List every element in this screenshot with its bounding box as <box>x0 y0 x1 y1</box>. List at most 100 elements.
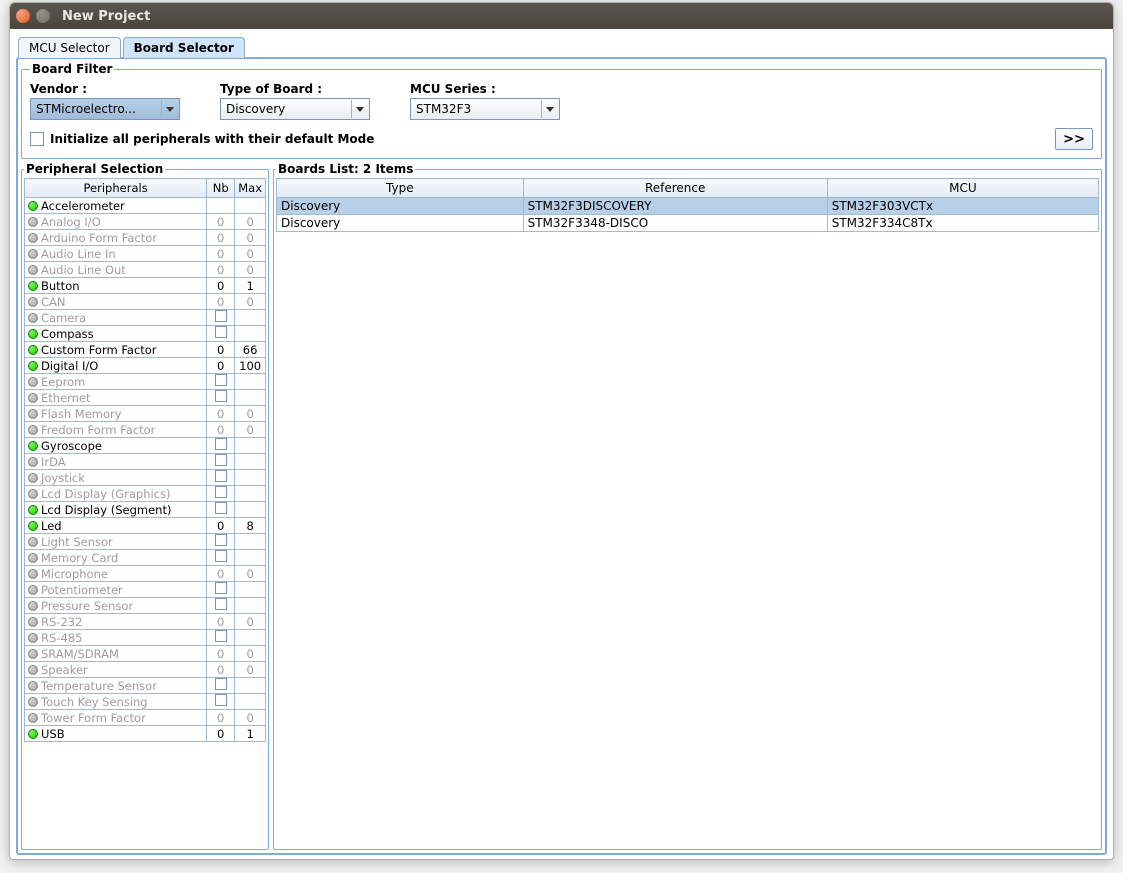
tab-board-selector[interactable]: Board Selector <box>123 37 245 58</box>
peripheral-row[interactable]: Camera <box>25 310 266 326</box>
peripheral-row[interactable]: Arduino Form Factor00 <box>25 230 266 246</box>
next-button[interactable]: >> <box>1055 128 1093 150</box>
peripheral-name: Ethernet <box>41 391 91 405</box>
content-area: MCU Selector Board Selector Board Filter… <box>10 29 1113 859</box>
peripheral-row[interactable]: Temperature Sensor <box>25 678 266 694</box>
peripheral-row[interactable]: Digital I/O0100 <box>25 358 266 374</box>
status-dot-icon <box>28 441 38 451</box>
peripheral-row-checkbox[interactable] <box>215 630 227 642</box>
init-peripherals-checkbox[interactable] <box>30 132 44 146</box>
status-dot-icon <box>28 313 38 323</box>
peripheral-row[interactable]: Lcd Display (Segment) <box>25 502 266 518</box>
peripheral-row-checkbox[interactable] <box>215 390 227 402</box>
board-row[interactable]: DiscoverySTM32F3348-DISCOSTM32F334C8Tx <box>277 215 1099 232</box>
peripheral-row[interactable]: Audio Line In00 <box>25 246 266 262</box>
status-dot-icon <box>28 489 38 499</box>
peripheral-row-checkbox[interactable] <box>215 486 227 498</box>
peripheral-row[interactable]: Led08 <box>25 518 266 534</box>
tab-mcu-selector[interactable]: MCU Selector <box>18 37 121 58</box>
peripherals-col-name[interactable]: Peripherals <box>25 179 207 198</box>
peripheral-row[interactable]: RS-23200 <box>25 614 266 630</box>
peripheral-name: Fredom Form Factor <box>41 423 155 437</box>
peripheral-row[interactable]: Eeprom <box>25 374 266 390</box>
series-combo[interactable]: STM32F3 <box>410 98 560 120</box>
status-dot-icon <box>28 649 38 659</box>
peripheral-row[interactable]: Potentiometer <box>25 582 266 598</box>
minimize-icon[interactable] <box>36 9 50 23</box>
peripheral-row[interactable]: USB01 <box>25 726 266 742</box>
peripheral-row-checkbox[interactable] <box>215 454 227 466</box>
peripheral-row[interactable]: Analog I/O00 <box>25 214 266 230</box>
peripheral-row[interactable]: RS-485 <box>25 630 266 646</box>
peripheral-row[interactable]: Memory Card <box>25 550 266 566</box>
peripheral-row[interactable]: Gyroscope <box>25 438 266 454</box>
peripheral-row[interactable]: Tower Form Factor00 <box>25 710 266 726</box>
status-dot-icon <box>28 601 38 611</box>
board-row[interactable]: DiscoverySTM32F3DISCOVERYSTM32F303VCTx <box>277 198 1099 215</box>
boards-col-mcu[interactable]: MCU <box>827 179 1098 198</box>
window: New Project MCU Selector Board Selector … <box>9 2 1114 860</box>
peripheral-row-checkbox[interactable] <box>215 694 227 706</box>
status-dot-icon <box>28 201 38 211</box>
peripheral-name: RS-485 <box>41 631 82 645</box>
vendor-combo[interactable]: STMicroelectro... <box>30 98 180 120</box>
peripheral-row[interactable]: Pressure Sensor <box>25 598 266 614</box>
board-mcu: STM32F303VCTx <box>827 198 1098 215</box>
peripheral-row-checkbox[interactable] <box>215 678 227 690</box>
peripheral-row[interactable]: CAN00 <box>25 294 266 310</box>
peripheral-row[interactable]: Light Sensor <box>25 534 266 550</box>
status-dot-icon <box>28 297 38 307</box>
close-icon[interactable] <box>16 9 30 23</box>
peripheral-row-checkbox[interactable] <box>215 550 227 562</box>
peripheral-row-checkbox[interactable] <box>215 438 227 450</box>
type-label: Type of Board : <box>220 82 370 96</box>
peripheral-row[interactable]: Compass <box>25 326 266 342</box>
chevron-down-icon <box>161 100 177 118</box>
peripheral-row[interactable]: Speaker00 <box>25 662 266 678</box>
peripheral-name: Custom Form Factor <box>41 343 157 357</box>
peripheral-row[interactable]: Fredom Form Factor00 <box>25 422 266 438</box>
peripheral-row[interactable]: Button01 <box>25 278 266 294</box>
status-dot-icon <box>28 569 38 579</box>
tab-bar: MCU Selector Board Selector <box>18 33 1107 57</box>
series-label: MCU Series : <box>410 82 560 96</box>
peripheral-row-checkbox[interactable] <box>215 582 227 594</box>
peripheral-name: Audio Line In <box>41 247 116 261</box>
peripheral-row[interactable]: Touch Key Sensing <box>25 694 266 710</box>
peripheral-row-checkbox[interactable] <box>215 534 227 546</box>
peripheral-row-checkbox[interactable] <box>215 310 227 322</box>
boards-col-type[interactable]: Type <box>277 179 524 198</box>
peripheral-row[interactable]: SRAM/SDRAM00 <box>25 646 266 662</box>
board-reference: STM32F3DISCOVERY <box>523 198 827 215</box>
status-dot-icon <box>28 617 38 627</box>
peripheral-row[interactable]: Custom Form Factor066 <box>25 342 266 358</box>
peripheral-row[interactable]: Flash Memory00 <box>25 406 266 422</box>
peripheral-row[interactable]: Microphone00 <box>25 566 266 582</box>
status-dot-icon <box>28 633 38 643</box>
boards-col-ref[interactable]: Reference <box>523 179 827 198</box>
status-dot-icon <box>28 233 38 243</box>
peripherals-col-nb[interactable]: Nb <box>207 179 235 198</box>
peripheral-row[interactable]: Joystick <box>25 470 266 486</box>
peripheral-name: Arduino Form Factor <box>41 231 157 245</box>
status-dot-icon <box>28 217 38 227</box>
peripheral-name: Memory Card <box>41 551 118 565</box>
peripherals-col-max[interactable]: Max <box>235 179 266 198</box>
tab-panel: Board Filter Vendor : STMicroelectro... … <box>16 57 1107 855</box>
board-filter-group: Board Filter Vendor : STMicroelectro... … <box>21 62 1102 159</box>
peripheral-row[interactable]: Lcd Display (Graphics) <box>25 486 266 502</box>
type-combo[interactable]: Discovery <box>220 98 370 120</box>
peripheral-row-checkbox[interactable] <box>215 374 227 386</box>
status-dot-icon <box>28 521 38 531</box>
peripheral-row[interactable]: Audio Line Out00 <box>25 262 266 278</box>
peripheral-row[interactable]: Ethernet <box>25 390 266 406</box>
peripheral-row-checkbox[interactable] <box>215 470 227 482</box>
peripheral-row[interactable]: Accelerometer <box>25 198 266 214</box>
peripheral-row[interactable]: IrDA <box>25 454 266 470</box>
peripheral-name: Potentiometer <box>41 583 123 597</box>
peripheral-name: RS-232 <box>41 615 82 629</box>
peripheral-row-checkbox[interactable] <box>215 598 227 610</box>
peripheral-name: Digital I/O <box>41 359 98 373</box>
peripheral-row-checkbox[interactable] <box>215 502 227 514</box>
peripheral-row-checkbox[interactable] <box>215 326 227 338</box>
